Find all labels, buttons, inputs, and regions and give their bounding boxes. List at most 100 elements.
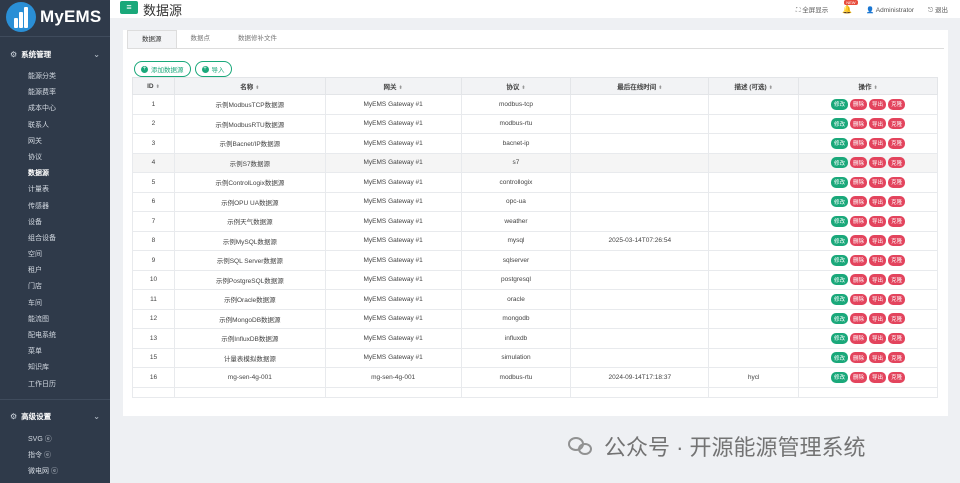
export-button[interactable]: 导出	[869, 215, 887, 227]
delete-button[interactable]: 删除	[850, 332, 868, 344]
clone-button[interactable]: 克隆	[888, 371, 906, 383]
clone-button[interactable]: 克隆	[888, 137, 906, 149]
sidebar-item[interactable]: 能源分类	[0, 69, 110, 85]
clone-button[interactable]: 克隆	[888, 332, 906, 344]
delete-button[interactable]: 删除	[850, 293, 868, 305]
delete-button[interactable]: 删除	[850, 313, 868, 325]
user-menu[interactable]: 👤 Administrator	[866, 6, 914, 14]
edit-button[interactable]: 修改	[831, 157, 849, 169]
sidebar-item[interactable]: 网关	[0, 134, 110, 150]
clone-button[interactable]: 克隆	[888, 254, 906, 266]
clone-button[interactable]: 克隆	[888, 293, 906, 305]
column-header[interactable]: 网关 ⬍	[324, 77, 462, 95]
export-button[interactable]: 导出	[869, 235, 887, 247]
export-button[interactable]: 导出	[869, 371, 887, 383]
section-system-management[interactable]: ⚙ 系统管理 ⌄	[0, 39, 110, 69]
edit-button[interactable]: 修改	[831, 196, 849, 208]
column-header[interactable]: 描述 (可选) ⬍	[708, 77, 800, 95]
sidebar-item[interactable]: 指令 ⓔ	[0, 448, 110, 464]
delete-button[interactable]: 删除	[850, 352, 868, 364]
clone-button[interactable]: 克隆	[888, 235, 906, 247]
tab[interactable]: 数据点	[177, 30, 225, 48]
export-button[interactable]: 导出	[869, 196, 887, 208]
logout-button[interactable]: ⎋ 退出	[928, 4, 948, 15]
sidebar-item[interactable]: 成本中心	[0, 101, 110, 117]
sidebar-item[interactable]: 门店	[0, 279, 110, 295]
export-button[interactable]: 导出	[869, 157, 887, 169]
clone-button[interactable]: 克隆	[888, 157, 906, 169]
delete-button[interactable]: 删除	[850, 98, 868, 110]
sidebar-item[interactable]: 租户	[0, 263, 110, 279]
clone-button[interactable]: 克隆	[888, 118, 906, 130]
clone-button[interactable]: 克隆	[888, 215, 906, 227]
sidebar-item[interactable]: 协议	[0, 150, 110, 166]
add-datasource-button[interactable]: + 添加数据源	[134, 61, 191, 77]
sidebar-item[interactable]: SVG ⓔ	[0, 432, 110, 448]
notification-bell-icon[interactable]: 🔔 NEW	[842, 0, 858, 14]
delete-button[interactable]: 删除	[850, 371, 868, 383]
edit-button[interactable]: 修改	[831, 293, 849, 305]
clone-button[interactable]: 克隆	[888, 352, 906, 364]
clone-button[interactable]: 克隆	[888, 98, 906, 110]
delete-button[interactable]: 删除	[850, 215, 868, 227]
sidebar-item[interactable]: 组合设备	[0, 231, 110, 247]
clone-button[interactable]: 克隆	[888, 313, 906, 325]
delete-button[interactable]: 删除	[850, 137, 868, 149]
section-advanced-settings[interactable]: ⚙ 高级设置 ⌄	[0, 402, 110, 432]
sidebar-item[interactable]: 工作日历	[0, 377, 110, 393]
sort-icon[interactable]: ⬍	[156, 84, 160, 90]
delete-button[interactable]: 删除	[850, 176, 868, 188]
delete-button[interactable]: 删除	[850, 118, 868, 130]
edit-button[interactable]: 修改	[831, 176, 849, 188]
sort-icon[interactable]: ⬍	[658, 85, 662, 91]
export-button[interactable]: 导出	[869, 254, 887, 266]
export-button[interactable]: 导出	[869, 118, 887, 130]
sidebar-item[interactable]: 能源费率	[0, 85, 110, 101]
edit-button[interactable]: 修改	[831, 313, 849, 325]
fullscreen-button[interactable]: ⛶ 全屏显示	[796, 4, 828, 15]
sidebar-item[interactable]: 计量表	[0, 182, 110, 198]
menu-toggle-button[interactable]: ≡	[120, 1, 138, 14]
export-button[interactable]: 导出	[869, 137, 887, 149]
logo[interactable]: MyEMS	[0, 0, 110, 34]
delete-button[interactable]: 删除	[850, 196, 868, 208]
edit-button[interactable]: 修改	[831, 274, 849, 286]
sidebar-item[interactable]: 空间	[0, 247, 110, 263]
sidebar-item[interactable]: 联系人	[0, 118, 110, 134]
delete-button[interactable]: 删除	[850, 157, 868, 169]
tab[interactable]: 数据修补文件	[224, 30, 291, 48]
export-button[interactable]: 导出	[869, 274, 887, 286]
delete-button[interactable]: 删除	[850, 274, 868, 286]
column-header[interactable]: ID ⬍	[132, 77, 175, 95]
edit-button[interactable]: 修改	[831, 332, 849, 344]
edit-button[interactable]: 修改	[831, 98, 849, 110]
sort-icon[interactable]: ⬍	[521, 85, 525, 91]
sidebar-item[interactable]: 设备	[0, 215, 110, 231]
clone-button[interactable]: 克隆	[888, 274, 906, 286]
tab[interactable]: 数据源	[127, 30, 177, 48]
delete-button[interactable]: 删除	[850, 235, 868, 247]
sidebar-item[interactable]: 能流图	[0, 312, 110, 328]
export-button[interactable]: 导出	[869, 293, 887, 305]
sort-icon[interactable]: ⬍	[873, 85, 877, 91]
export-button[interactable]: 导出	[869, 313, 887, 325]
export-button[interactable]: 导出	[869, 352, 887, 364]
sort-icon[interactable]: ⬍	[255, 85, 259, 91]
column-header[interactable]: 名称 ⬍	[173, 77, 326, 95]
sidebar-item[interactable]: 菜单	[0, 344, 110, 360]
export-button[interactable]: 导出	[869, 332, 887, 344]
column-header[interactable]: 最后在线时间 ⬍	[570, 77, 710, 95]
sidebar-item[interactable]: 车间	[0, 296, 110, 312]
sidebar-item[interactable]: 配电系统	[0, 328, 110, 344]
delete-button[interactable]: 删除	[850, 254, 868, 266]
sidebar-item[interactable]: 数据源	[0, 166, 110, 182]
edit-button[interactable]: 修改	[831, 137, 849, 149]
export-button[interactable]: 导出	[869, 176, 887, 188]
clone-button[interactable]: 克隆	[888, 196, 906, 208]
edit-button[interactable]: 修改	[831, 352, 849, 364]
sort-icon[interactable]: ⬍	[399, 85, 403, 91]
edit-button[interactable]: 修改	[831, 371, 849, 383]
sidebar-item[interactable]: 微电网 ⓔ	[0, 464, 110, 480]
column-header[interactable]: 操作 ⬍	[798, 77, 938, 95]
export-button[interactable]: 导出	[869, 98, 887, 110]
